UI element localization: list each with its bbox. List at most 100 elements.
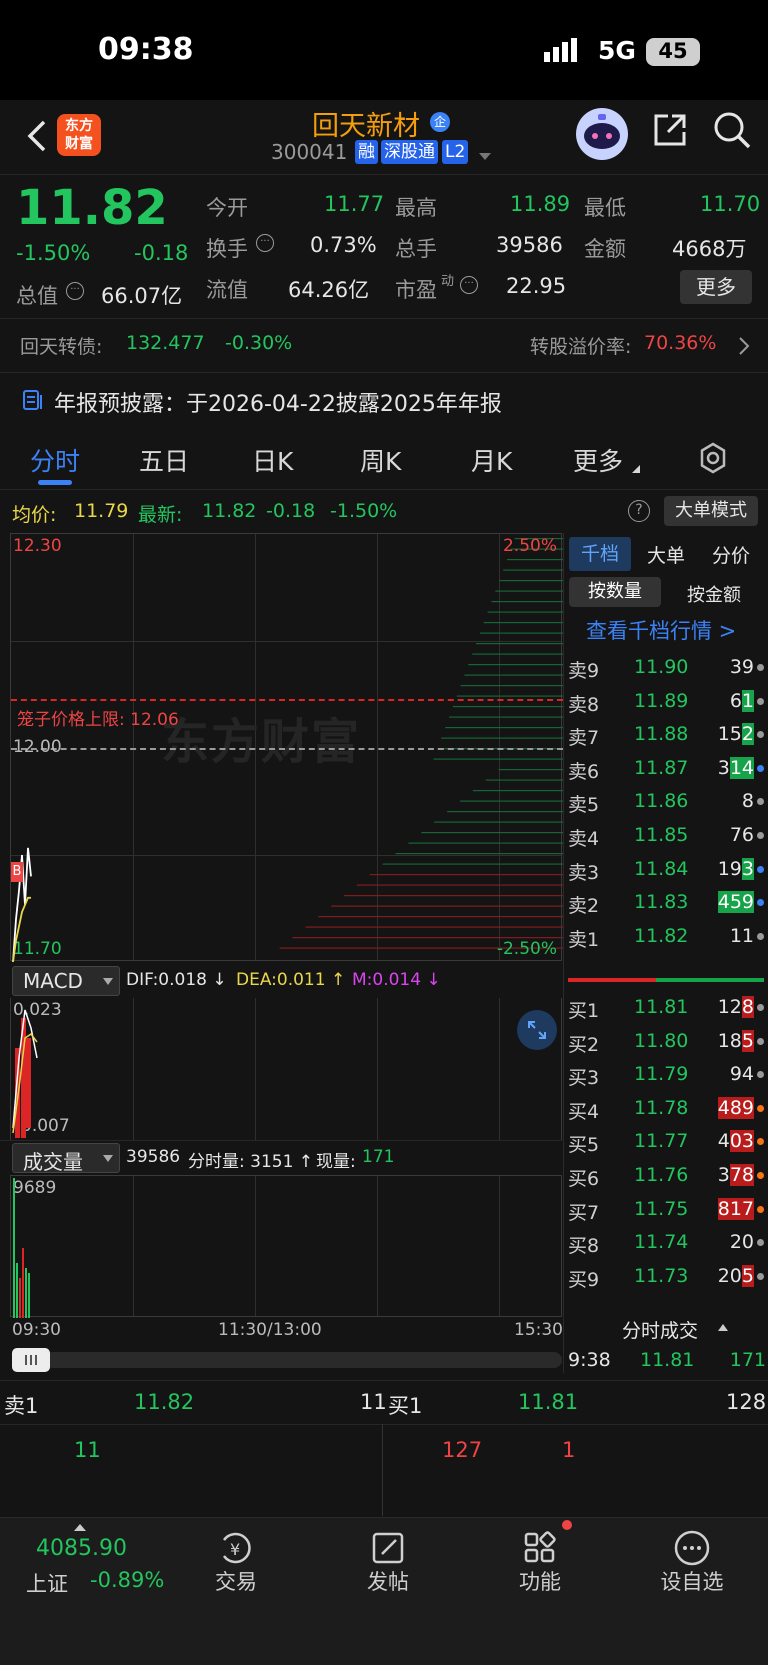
tab-monthly-k[interactable]: 月K (471, 442, 512, 478)
settings-icon[interactable] (697, 442, 729, 474)
nav-add-watchlist[interactable]: 设自选 (642, 1530, 742, 1596)
trades-header[interactable]: 分时成交 (566, 1314, 768, 1344)
depth-bar (445, 727, 563, 729)
search-icon[interactable] (712, 110, 752, 150)
depth-bar (456, 695, 563, 697)
ask-level-label: 卖2 (568, 895, 600, 918)
logo-text-2: 财富 (65, 136, 93, 152)
orderbook-tab-price-dist[interactable]: 分价 (712, 541, 750, 568)
volume-selector[interactable]: 成交量 (12, 1143, 120, 1174)
orderbook-mode-qty[interactable]: 按数量 (569, 577, 661, 607)
info-icon[interactable]: ··· (66, 282, 84, 300)
ask-level-label: 卖5 (568, 794, 600, 817)
nav-functions[interactable]: 功能 (490, 1520, 590, 1596)
depth-bar (344, 895, 563, 897)
pe-value: 22.95 (506, 274, 567, 298)
bid-price: 11.80 (634, 1029, 689, 1052)
ask-status-dot (757, 764, 764, 772)
bid-qty-plain: 20 (717, 1264, 742, 1287)
bid-qty-highlight: 817 (717, 1197, 754, 1220)
back-icon[interactable] (22, 116, 52, 156)
tab-five-day[interactable]: 五日 (139, 442, 189, 478)
volume-bar (13, 1178, 15, 1318)
bid-qty-plain: 20 (729, 1231, 754, 1254)
ask-price: 11.83 (634, 891, 689, 914)
depth-bar (464, 674, 563, 676)
float-value: 64.26亿 (288, 278, 370, 302)
more-button[interactable]: 更多 (680, 270, 752, 304)
ask-row: 卖8 11.89 61 (566, 684, 768, 718)
enterprise-badge: 企 (430, 112, 450, 132)
big-order-mode-button[interactable]: 大单模式 (664, 496, 758, 526)
change-amount: -0.18 (134, 241, 189, 265)
index-ticker[interactable]: 4085.90 上证 -0.89% (0, 1518, 164, 1618)
tab-more[interactable]: 更多 (573, 442, 623, 478)
tab-daily-k[interactable]: 日K (252, 442, 293, 478)
macd-chart[interactable]: 0.023 0.007 (10, 998, 562, 1140)
buy-signal-marker: B (11, 862, 23, 882)
ask-status-dot (757, 932, 764, 940)
nav-post[interactable]: 发帖 (338, 1532, 438, 1596)
grid-line (377, 998, 378, 1140)
volume-total: 39586 (126, 1147, 181, 1167)
depth-bar (491, 601, 563, 603)
price-line (12, 847, 32, 962)
divider (382, 1424, 383, 1516)
volume-bars (13, 1178, 30, 1318)
latest-pct: -1.50% (330, 500, 398, 522)
tab-intraday[interactable]: 分时 (30, 442, 80, 478)
turnover-label: 换手 (206, 237, 248, 261)
caret-up-icon (74, 1524, 86, 1531)
bid-qty: 94 (730, 1063, 754, 1085)
orderbook-tab-big-order[interactable]: 大单 (647, 541, 685, 568)
change-percent: -1.50% (16, 241, 91, 265)
grid-line (133, 1176, 134, 1316)
depth-bar (433, 758, 563, 760)
macd-selector[interactable]: MACD (12, 966, 120, 996)
ask-status-dot (757, 899, 764, 907)
divider (0, 1424, 768, 1425)
grid-line (499, 998, 500, 1140)
ask-level-label: 卖4 (568, 828, 600, 850)
mktcap-label: 总值 (16, 284, 58, 308)
chevron-down-icon[interactable] (478, 146, 492, 160)
ask-price: 11.82 (634, 924, 689, 947)
info-icon[interactable]: ··· (460, 276, 478, 294)
divider (0, 1380, 768, 1381)
tab-weekly-k[interactable]: 周K (360, 442, 401, 478)
expand-icon[interactable] (517, 1010, 557, 1050)
orderbook-mode-amount[interactable]: 按金额 (687, 581, 741, 607)
help-icon[interactable]: ? (628, 500, 650, 522)
scroll-handle[interactable] (12, 1348, 50, 1372)
volume-now-value: 171 (362, 1147, 395, 1167)
ask-qty: 193 (718, 857, 754, 880)
info-icon[interactable]: ··· (256, 234, 274, 252)
orderbook-tab-qiandang[interactable]: 千档 (569, 537, 631, 571)
robot-avatar[interactable] (576, 108, 628, 160)
share-icon[interactable] (650, 110, 690, 150)
ask-level-label: 卖1 (568, 928, 600, 951)
volume-chart[interactable]: 9689 (10, 1175, 562, 1318)
nav-add-watchlist-label: 设自选 (660, 1570, 724, 1594)
bid-level-label: 买5 (568, 1134, 600, 1157)
stock-name[interactable]: 回天新材 (312, 104, 420, 143)
timeline-scrollbar[interactable] (12, 1348, 562, 1372)
intraday-info: 均价: 11.79 最新: 11.82 -0.18 -1.50% ? 大单模式 (0, 492, 768, 532)
bid-row: 买2 11.80 185 (566, 1024, 768, 1058)
nav-trade[interactable]: ¥ 交易 (186, 1532, 286, 1596)
bid-status-dot (757, 1205, 764, 1213)
price-chart[interactable]: 东方财富 笼子价格上限: 12.06 12.00 12.30 11.70 2.5… (10, 533, 563, 962)
bid-qty: 185 (718, 1029, 754, 1052)
bid-price: 11.78 (634, 1096, 689, 1119)
trade-qty: 171 (729, 1349, 766, 1371)
notice-row[interactable]: 年报预披露：于2026-04-22披露2025年年报 (0, 373, 768, 427)
orderbook-link[interactable]: 查看千档行情 > (586, 615, 736, 645)
bid-price: 11.81 (634, 996, 689, 1018)
volume-bar (25, 1268, 27, 1318)
edit-icon (368, 1528, 408, 1568)
bond-change: -0.30% (225, 332, 293, 354)
latest-value: 11.82 (202, 500, 257, 522)
bond-row[interactable]: 回天转债: 132.477 -0.30% 转股溢价率: 70.36% (0, 320, 768, 372)
bid-qty-plain: 3 (717, 1164, 730, 1186)
macd-dif: DIF:0.018 ↓ (126, 970, 227, 990)
